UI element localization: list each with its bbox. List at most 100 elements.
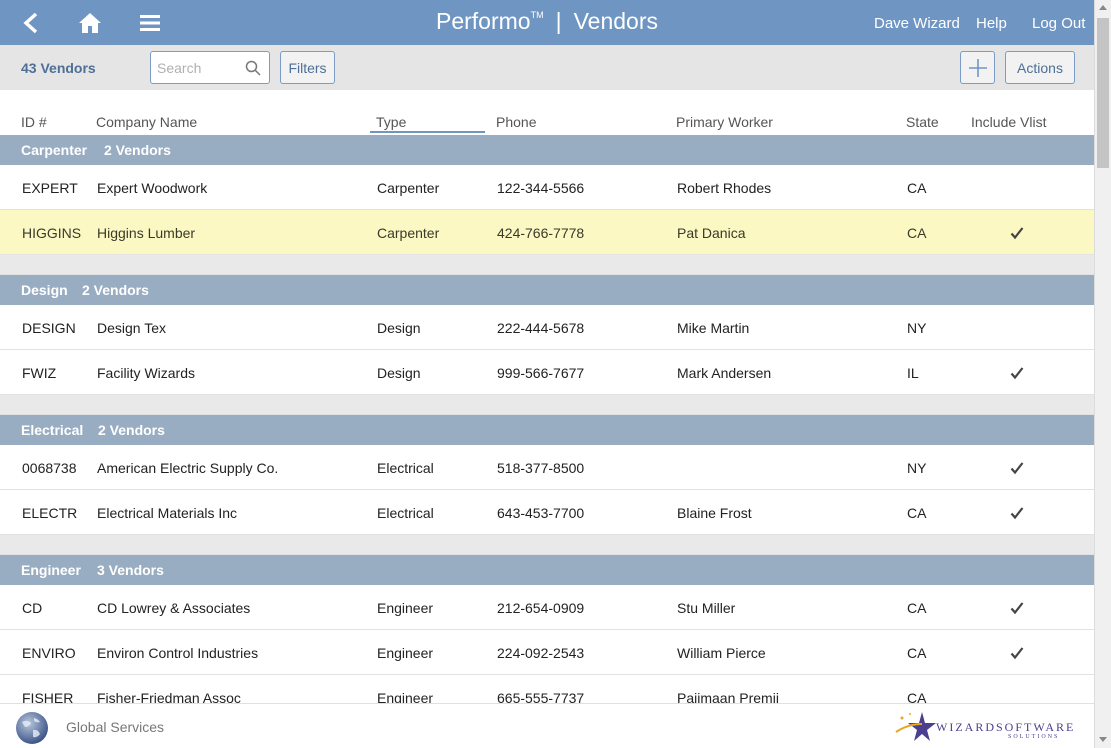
cell-company: Higgins Lumber [97,225,196,241]
cell-type: Electrical [377,505,434,521]
cell-phone: 665-555-7737 [497,690,585,703]
cell-id: FWIZ [22,365,57,381]
filters-button[interactable]: Filters [280,51,335,84]
cell-worker: William Pierce [677,645,766,661]
cell-id: EXPERT [22,180,78,196]
col-phone[interactable]: Phone [496,114,536,130]
cell-phone: 122-344-5566 [497,180,585,196]
cell-state: NY [907,460,927,476]
scroll-down-arrow[interactable] [1099,737,1107,742]
vendor-row[interactable]: CD CD Lowrey & Associates Engineer 212-654-… [0,585,1094,630]
cell-phone: 424-766-7778 [497,225,585,241]
cell-type: Engineer [377,600,434,616]
cell-phone: 212-654-0909 [497,600,585,616]
user-link[interactable]: Dave Wizard [874,15,960,32]
vendor-list: Carpenter 2 Vendors EXPERT Expert Woodwork C… [0,135,1094,703]
plus-icon [968,58,987,77]
col-company[interactable]: Company Name [96,114,197,130]
group-spacer [0,255,1094,275]
vendor-row[interactable]: FWIZ Facility Wizards Design 999-566-7677 Ma… [0,350,1094,395]
cell-worker: Pat Danica [677,225,746,241]
list-toolbar: 43 Vendors Filters Actions [0,45,1094,90]
help-link[interactable]: Help [976,15,1007,32]
checkmark-icon [1010,506,1024,523]
cell-id: DESIGN [22,320,76,336]
checkmark-icon [1010,366,1024,383]
section-title: Vendors [573,8,658,34]
actions-button[interactable]: Actions [1005,51,1075,84]
cell-id: CD [22,600,43,616]
vendor-row[interactable]: DESIGN Design Tex Design 222-444-5678 Mike M… [0,305,1094,350]
cell-worker: Blaine Frost [677,505,752,521]
cell-type: Carpenter [377,225,440,241]
cell-type: Design [377,365,421,381]
cell-worker: Mike Martin [677,320,750,336]
cell-id: HIGGINS [22,225,82,241]
cell-company: American Electric Supply Co. [97,460,279,476]
cell-id: ELECTR [22,505,78,521]
col-type[interactable]: Type [376,114,406,130]
cell-state: NY [907,320,927,336]
group-spacer [0,395,1094,415]
cell-phone: 222-444-5678 [497,320,585,336]
vendor-row[interactable]: EXPERT Expert Woodwork Carpenter 122-344-55… [0,165,1094,210]
cell-company: Design Tex [97,320,167,336]
search-icon[interactable] [245,60,261,76]
cell-phone: 999-566-7677 [497,365,585,381]
cell-company: Expert Woodwork [97,180,208,196]
cell-worker: Mark Andersen [677,365,772,381]
sort-indicator [370,131,485,133]
location-label: Global Services [66,719,165,735]
group-header[interactable]: Design 2 Vendors [0,275,1094,305]
vendor-row[interactable]: ELECTR Electrical Materials Inc Electrical… [0,490,1094,535]
cell-state: CA [907,690,927,703]
app-name: Performo [436,8,531,34]
col-worker[interactable]: Primary Worker [676,114,773,130]
cell-company: Fisher-Friedman Assoc [97,690,241,703]
logout-link[interactable]: Log Out [1032,15,1085,32]
scroll-up-arrow[interactable] [1099,5,1107,10]
search-input[interactable] [157,53,245,82]
group-name: Design [21,282,68,298]
group-count: 2 Vendors [82,282,149,298]
checkmark-icon [1010,646,1024,663]
vertical-scrollbar[interactable] [1094,0,1111,748]
scrollbar-thumb[interactable] [1097,18,1109,168]
vendor-row[interactable]: 0068738 American Electric Supply Co. Elect… [0,445,1094,490]
col-id[interactable]: ID # [21,114,47,130]
group-header[interactable]: Engineer 3 Vendors [0,555,1094,585]
vendor-row[interactable]: ENVIRO Environ Control Industries Engineer… [0,630,1094,675]
group-header[interactable]: Carpenter 2 Vendors [0,135,1094,165]
vendors-app: PerformoTM | Vendors Dave Wizard Help Log … [0,0,1111,748]
group-count: 2 Vendors [104,142,171,158]
vendor-row[interactable]: FISHER Fisher-Friedman Assoc Engineer 665-5… [0,675,1094,703]
cell-state: IL [907,365,919,381]
cell-company: Environ Control Industries [97,645,259,661]
group-spacer [0,535,1094,555]
cell-worker: Robert Rhodes [677,180,772,196]
cell-state: CA [907,645,927,661]
star-icon [895,712,936,741]
cell-worker: Paijmaan Premji [677,690,779,703]
cell-type: Engineer [377,645,434,661]
group-name: Electrical [21,422,84,438]
wizard-software-logo: WIZARDSOFTWARE SOLUTIONS [890,710,1080,744]
vendor-count: 43 Vendors [21,60,96,76]
cell-company: Electrical Materials Inc [97,505,238,521]
add-button[interactable] [960,51,995,84]
cell-phone: 518-377-8500 [497,460,585,476]
group-name: Carpenter [21,142,88,158]
cell-state: CA [907,505,927,521]
cell-type: Carpenter [377,180,440,196]
cell-phone: 224-092-2543 [497,645,585,661]
column-headers: ID # Company Name Type Phone Primary Wor… [0,90,1094,135]
col-state[interactable]: State [906,114,939,130]
logo-text: WIZARDSOFTWARE [936,720,1076,734]
col-vlist[interactable]: Include Vlist [971,114,1046,130]
cell-type: Design [377,320,421,336]
group-header[interactable]: Electrical 2 Vendors [0,415,1094,445]
title-separator: | [555,8,562,34]
search-box[interactable] [150,51,270,84]
vendor-row[interactable]: HIGGINS Higgins Lumber Carpenter 424-766-77… [0,210,1094,255]
group-count: 2 Vendors [98,422,165,438]
